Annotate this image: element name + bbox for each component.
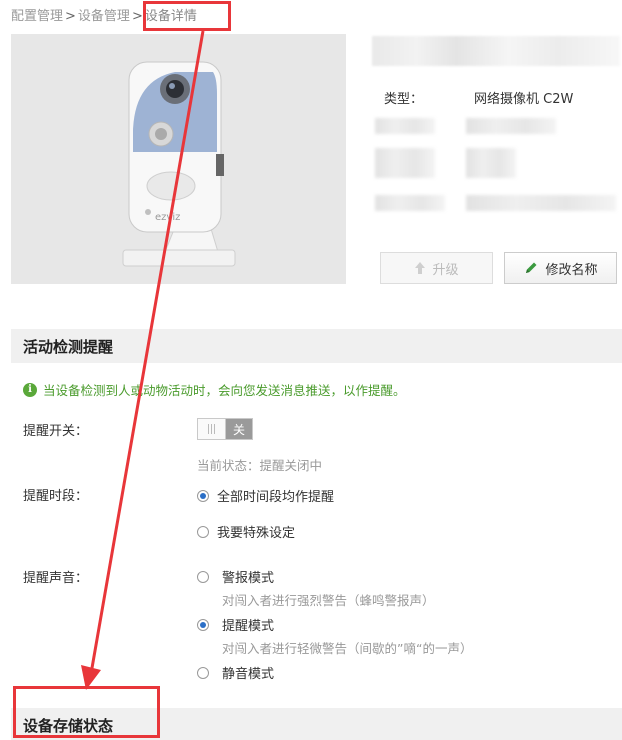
period-option-label: 我要特殊设定 bbox=[217, 526, 296, 541]
radio-button[interactable] bbox=[197, 570, 209, 583]
device-product-image: ezviz bbox=[11, 34, 346, 284]
period-option-all-time[interactable]: 全部时间段均作提醒 bbox=[197, 486, 334, 505]
info-icon: i bbox=[23, 382, 37, 397]
type-label: 类型： bbox=[384, 92, 424, 107]
pencil-icon bbox=[526, 262, 537, 273]
info-value-blurred bbox=[466, 118, 556, 134]
rename-button[interactable]: 修改名称 bbox=[504, 252, 617, 284]
camera-brand-text: ezviz bbox=[155, 212, 180, 223]
info-label-blurred bbox=[375, 118, 435, 134]
sound-option-label: 静音模式 bbox=[222, 667, 275, 682]
radio-button[interactable] bbox=[197, 489, 209, 502]
sound-option-desc: 对闯入者进行轻微警告（间歇的”嘀“的一声） bbox=[222, 641, 473, 656]
breadcrumb-separator: > bbox=[65, 9, 76, 24]
alert-period-label: 提醒时段： bbox=[23, 489, 89, 504]
upload-arrow-icon bbox=[415, 262, 426, 274]
upgrade-button-label: 升级 bbox=[432, 262, 459, 278]
alert-current-status: 当前状态：提醒关闭中 bbox=[197, 458, 323, 473]
period-option-custom[interactable]: 我要特殊设定 bbox=[197, 522, 295, 541]
motion-detection-section-title: 活动检测提醒 bbox=[11, 329, 622, 363]
sound-option-label: 提醒模式 bbox=[222, 619, 275, 634]
alert-sound-label: 提醒声音： bbox=[23, 571, 89, 586]
breadcrumb-separator: > bbox=[131, 9, 143, 24]
radio-button[interactable] bbox=[197, 618, 209, 631]
breadcrumb-device-management[interactable]: 设备管理 bbox=[78, 9, 130, 24]
sound-option-label: 警报模式 bbox=[222, 571, 275, 586]
sound-option-reminder[interactable]: 提醒模式 bbox=[197, 615, 274, 634]
period-option-label: 全部时间段均作提醒 bbox=[217, 490, 335, 505]
annotation-box-breadcrumb bbox=[143, 1, 231, 31]
info-label-blurred bbox=[375, 148, 435, 178]
annotation-box-storage bbox=[13, 686, 160, 738]
radio-button[interactable] bbox=[197, 666, 209, 679]
radio-button[interactable] bbox=[197, 525, 209, 538]
info-value-blurred bbox=[466, 195, 616, 211]
upgrade-button[interactable]: 升级 bbox=[380, 252, 493, 284]
info-value-blurred bbox=[466, 148, 516, 178]
sound-option-silent[interactable]: 静音模式 bbox=[197, 663, 274, 682]
toggle-state-text: 关 bbox=[226, 419, 252, 439]
toggle-knob bbox=[198, 419, 226, 439]
camera-illustration: ezviz bbox=[11, 34, 346, 284]
sound-option-desc: 对闯入者进行强烈警告（蜂鸣警报声） bbox=[222, 593, 435, 608]
rename-button-label: 修改名称 bbox=[545, 262, 598, 278]
info-label-blurred bbox=[375, 195, 445, 211]
alert-switch-label: 提醒开关： bbox=[23, 424, 89, 439]
sound-option-alarm[interactable]: 警报模式 bbox=[197, 567, 274, 586]
motion-notice-text: 当设备检测到人或动物活动时，会向您发送消息推送，以作提醒。 bbox=[43, 383, 406, 398]
device-name-blurred bbox=[372, 36, 620, 66]
motion-notice: i 当设备检测到人或动物活动时，会向您发送消息推送，以作提醒。 bbox=[23, 380, 406, 399]
breadcrumb-config-management[interactable]: 配置管理 bbox=[11, 9, 63, 24]
type-value: 网络摄像机 C2W bbox=[474, 92, 574, 107]
alert-toggle[interactable]: 关 bbox=[197, 418, 253, 440]
